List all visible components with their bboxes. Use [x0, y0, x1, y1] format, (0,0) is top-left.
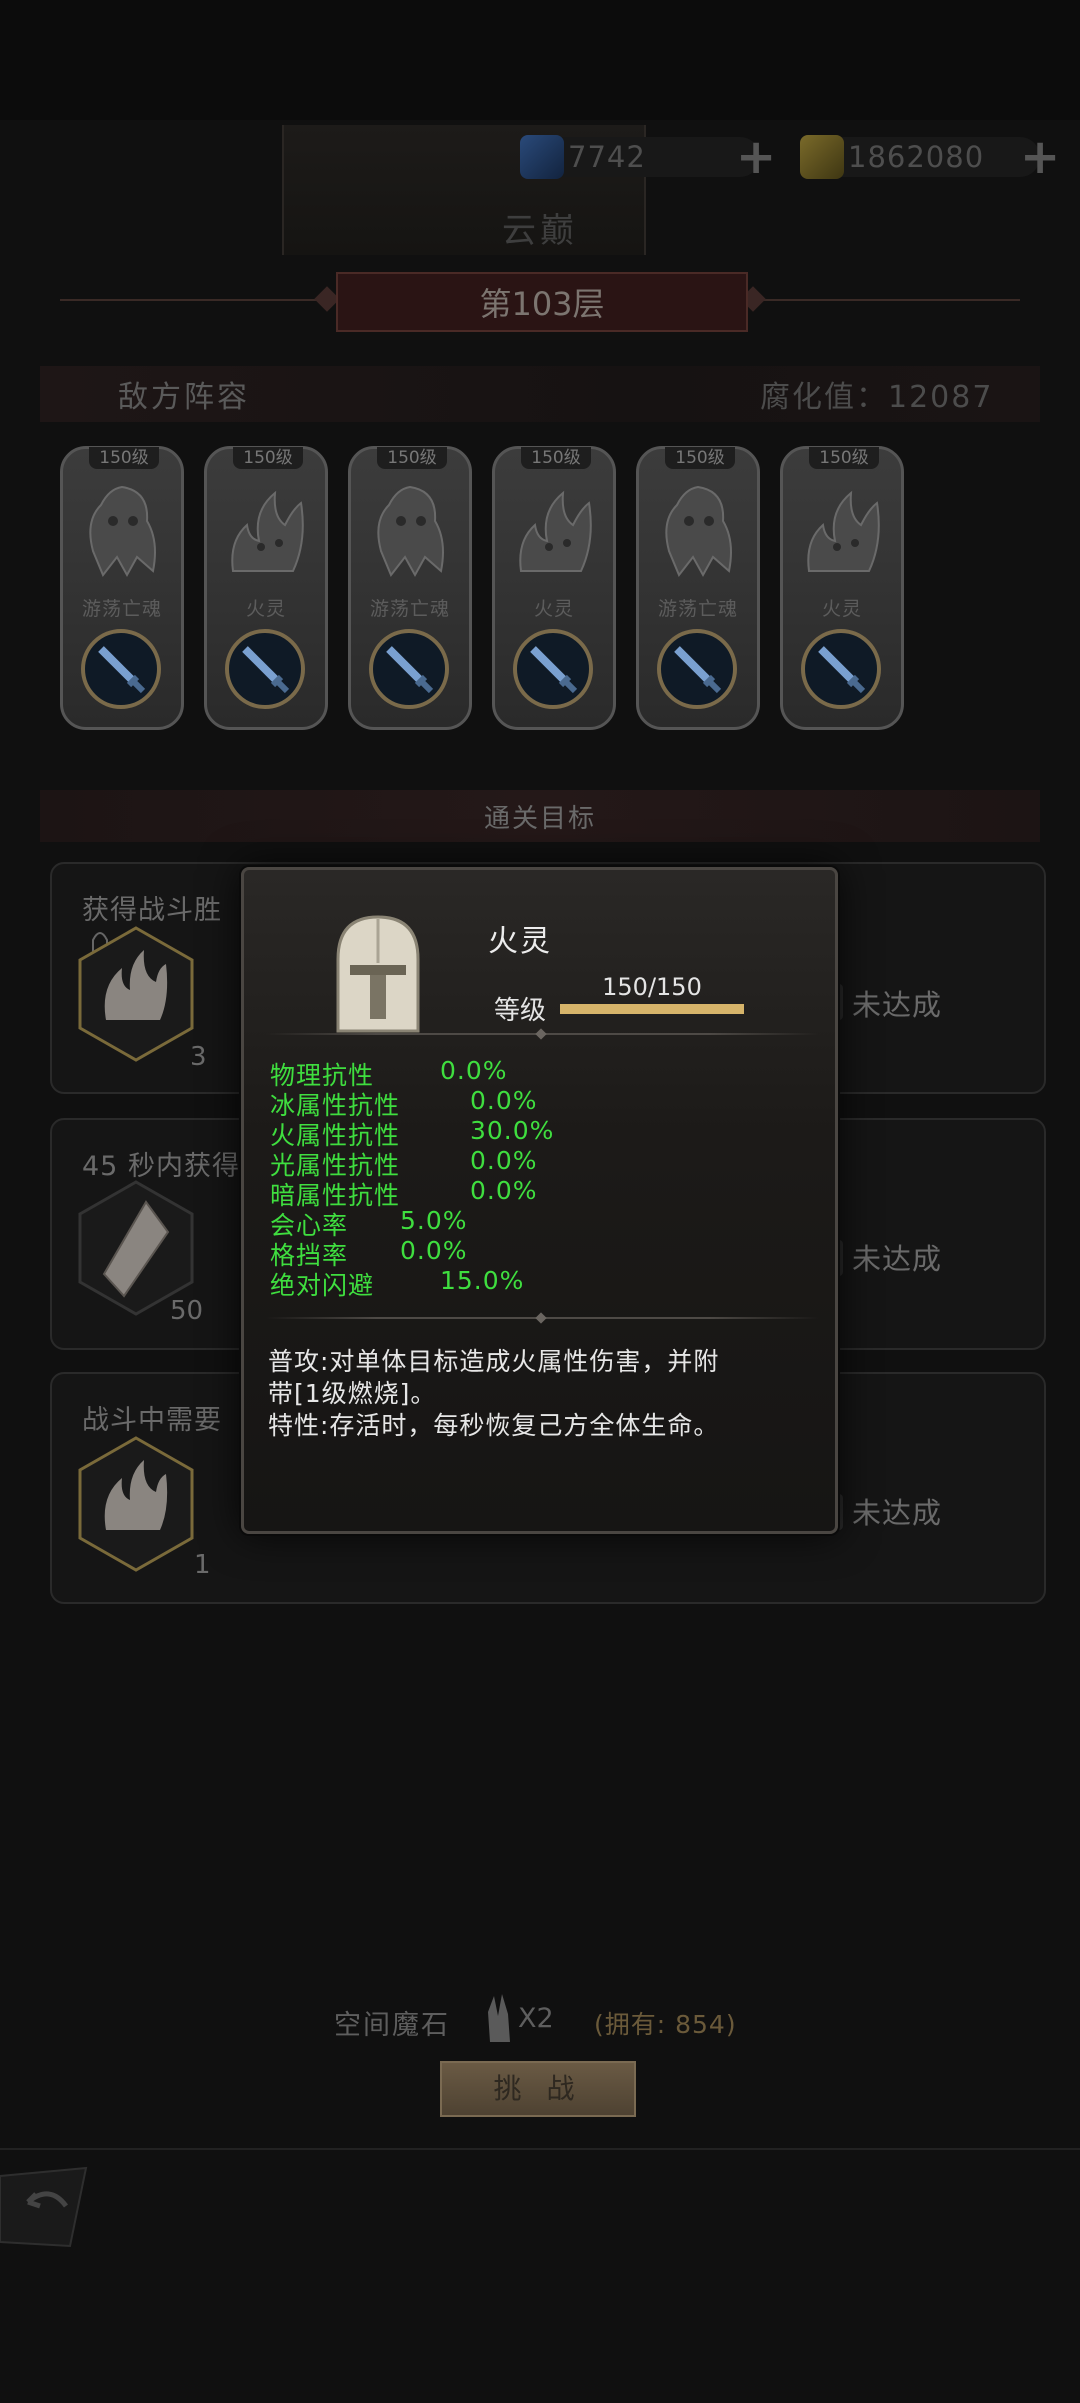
goals-title: 通关目标 — [483, 804, 596, 834]
level-progress-bar — [560, 1004, 744, 1014]
enemy-section-title: 敌方阵容 — [118, 380, 250, 415]
enemy-level: 150级 — [89, 447, 159, 469]
sword-icon — [657, 629, 737, 709]
stat-value: 0.0% — [470, 1176, 538, 1205]
stat-value: 0.0% — [400, 1236, 468, 1265]
gold-gem-counter: 1862080 — [800, 132, 984, 182]
bottom-divider — [0, 2148, 1080, 2150]
divider-ornament — [535, 1312, 547, 1324]
enemy-name: 游荡亡魂 — [81, 598, 162, 620]
sword-icon — [513, 629, 593, 709]
fire-spirit-icon — [223, 481, 309, 581]
back-arrow-icon — [0, 2166, 88, 2248]
reward-hex[interactable] — [76, 1434, 196, 1574]
floor-badge: 第103层 — [336, 272, 748, 332]
helmet-icon — [330, 913, 426, 1037]
gold-gem-add-button[interactable]: + — [1020, 132, 1060, 182]
challenge-button[interactable]: 挑 战 — [440, 2061, 636, 2117]
enemy-name: 火灵 — [821, 598, 862, 620]
enemy-level: 150级 — [809, 447, 879, 469]
goal-text: 战斗中需要 — [82, 1405, 222, 1436]
plus-icon: + — [1020, 129, 1061, 185]
enemy-card[interactable]: 150级游荡亡魂 — [636, 446, 760, 730]
enemy-name: 火灵 — [245, 598, 286, 620]
blue-gem-counter: 7742 — [520, 132, 646, 182]
stat-value: 0.0% — [470, 1146, 538, 1175]
enemy-level: 150级 — [233, 447, 303, 469]
sword-icon — [81, 629, 161, 709]
level-value: 150/150 — [602, 973, 702, 1001]
enemy-card[interactable]: 150级火灵 — [204, 446, 328, 730]
top-bar — [0, 0, 1080, 120]
divider-ornament — [535, 1028, 547, 1040]
blue-gem-icon — [520, 135, 564, 179]
fire-spirit-icon — [511, 481, 597, 581]
attack-description: 普攻:对单体目标造成火属性伤害，并附 — [268, 1347, 720, 1376]
enemy-level: 150级 — [665, 447, 735, 469]
floor-divider-left — [60, 299, 336, 301]
page-title: 云巅 — [502, 211, 578, 251]
gold-gem-icon — [800, 135, 844, 179]
enemy-name: 游荡亡魂 — [369, 598, 450, 620]
corruption-value: 腐化值：12087 — [760, 380, 994, 415]
goal-status: 未达成 — [852, 1242, 943, 1276]
sword-icon — [369, 629, 449, 709]
back-button[interactable] — [0, 2166, 96, 2250]
stat-value: 30.0% — [470, 1116, 555, 1145]
ghost-icon — [367, 481, 453, 581]
stat-value: 5.0% — [400, 1206, 468, 1235]
blue-gem-value: 7742 — [568, 140, 646, 174]
cost-multiplier: X2 — [518, 2003, 554, 2034]
magic-stone-icon — [484, 1992, 514, 2044]
sword-icon — [801, 629, 881, 709]
goal-status: 未达成 — [852, 1496, 943, 1530]
ghost-icon — [655, 481, 741, 581]
stat-row: 绝对闪避 15.0% — [270, 1266, 523, 1302]
stat-value: 15.0% — [440, 1266, 525, 1295]
sword-icon — [225, 629, 305, 709]
enemy-info-tooltip: 火灵 150/150 等级 物理抗性 0.0% 冰属性抗性 0.0% 火属性抗性 30.0… — [241, 867, 838, 1534]
goal-text: 获得战斗胜 — [82, 895, 222, 926]
enemy-card[interactable]: 150级火灵 — [492, 446, 616, 730]
fire-spirit-icon — [799, 481, 885, 581]
stat-value: 0.0% — [470, 1086, 538, 1115]
reward-count: 3 — [190, 1042, 207, 1072]
enemy-level: 150级 — [521, 447, 591, 469]
gold-gem-value: 1862080 — [848, 140, 985, 174]
attack-description-cont: 带[1级燃烧]。 — [268, 1379, 437, 1408]
reward-count: 1 — [194, 1550, 211, 1580]
enemy-level: 150级 — [377, 447, 447, 469]
enemy-name: 火灵 — [533, 598, 574, 620]
trait-description: 特性:存活时，每秒恢复己方全体生命。 — [268, 1411, 720, 1440]
floor-divider-right — [744, 299, 1020, 301]
goal-status: 未达成 — [852, 988, 943, 1022]
stat-label: 绝对闪避 — [270, 1271, 375, 1300]
enemy-name: 游荡亡魂 — [657, 598, 738, 620]
blue-gem-add-button[interactable]: + — [736, 132, 776, 182]
enemy-card[interactable]: 150级游荡亡魂 — [348, 446, 472, 730]
enemy-card[interactable]: 150级游荡亡魂 — [60, 446, 184, 730]
level-label: 等级 — [494, 996, 547, 1026]
stat-value: 0.0% — [440, 1056, 508, 1085]
plus-icon: + — [736, 129, 777, 185]
owned-count: (拥有: 854) — [594, 2010, 737, 2039]
ghost-icon — [79, 481, 165, 581]
reward-hex[interactable] — [76, 924, 196, 1064]
enemy-name: 火灵 — [488, 924, 552, 959]
reward-count: 50 — [170, 1296, 204, 1326]
cost-label: 空间魔石 — [334, 2010, 450, 2041]
enemy-card[interactable]: 150级火灵 — [780, 446, 904, 730]
